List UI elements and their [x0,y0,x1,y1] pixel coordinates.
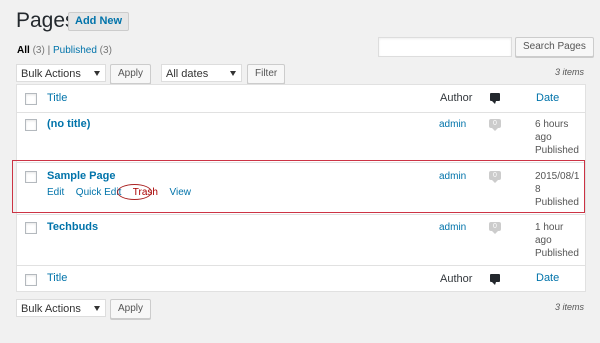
date-line: 1 hour [535,222,564,233]
comment-count-bubble[interactable]: 0 [489,119,501,131]
search-input[interactable] [378,37,512,57]
items-count-bottom: 3 items [555,302,585,312]
column-author-footer: Author [440,273,473,285]
row-divider [17,214,585,215]
filter-button[interactable]: Filter [247,64,286,84]
date-line: 6 hours [535,119,569,130]
chevron-down-icon [94,71,100,76]
row-checkbox[interactable] [25,222,37,234]
page-title-link[interactable]: Techbuds [47,221,98,233]
column-title-footer[interactable]: Title [47,272,67,284]
select-all-checkbox-footer[interactable] [25,274,37,286]
page-title: Pages [16,9,76,32]
comment-icon[interactable] [490,274,500,285]
bulk-actions-select-bottom[interactable]: Bulk Actions [16,299,106,317]
column-date-header[interactable]: Date [536,92,559,104]
apply-button-top[interactable]: Apply [110,64,152,84]
footer-divider [17,265,585,266]
status-text: Published [535,248,579,259]
date-line: ago [535,132,552,143]
column-author-header: Author [440,92,473,104]
dates-filter-select[interactable]: All dates [161,64,242,82]
comment-count-bubble[interactable]: 0 [489,222,501,234]
status-text: Published [535,145,579,156]
search-pages-button[interactable]: Search Pages [515,37,594,57]
bulk-actions-value: Bulk Actions [21,68,81,80]
bulk-actions-value: Bulk Actions [21,303,81,315]
date-line: ago [535,235,552,246]
page-title-link[interactable]: (no title) [47,118,90,130]
view-separator: | [47,45,51,56]
view-filters: All (3) | Published (3) [17,45,112,56]
author-link[interactable]: admin [439,222,466,233]
highlight-box [12,160,585,213]
apply-button-bottom[interactable]: Apply [110,299,152,319]
comment-icon[interactable] [490,93,500,104]
chevron-down-icon [94,306,100,311]
column-title-header[interactable]: Title [47,92,67,104]
column-date-footer[interactable]: Date [536,272,559,284]
view-all-link[interactable]: All [17,45,30,56]
date-cell: 6 hours ago Published [535,118,579,157]
chevron-down-icon [230,71,236,76]
header-divider [17,112,585,113]
view-published-link[interactable]: Published [53,45,97,56]
view-published-count: (3) [99,45,112,56]
add-new-button[interactable]: Add New [68,12,130,31]
items-count-top: 3 items [555,67,585,77]
view-all-count: (3) [32,45,45,56]
dates-filter-value: All dates [166,68,209,80]
author-link[interactable]: admin [439,119,466,130]
row-checkbox[interactable] [25,119,37,131]
bulk-actions-select-top[interactable]: Bulk Actions [16,64,106,82]
select-all-checkbox[interactable] [25,93,37,105]
trash-annotation-ellipse [117,184,152,200]
date-cell: 1 hour ago Published [535,221,579,260]
